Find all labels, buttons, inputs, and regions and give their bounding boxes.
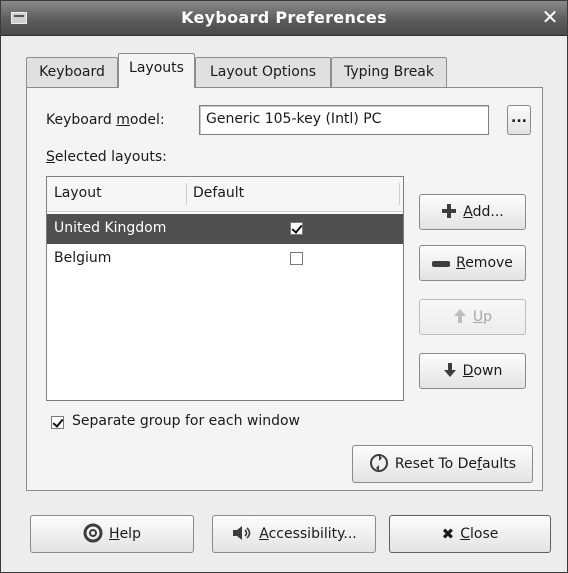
layout-row-name: United Kingdom — [54, 220, 167, 236]
separate-group-checkbox[interactable] — [51, 416, 64, 429]
tab-layout-options-label: Layout Options — [209, 64, 317, 80]
tab-typing-break[interactable]: Typing Break — [331, 57, 447, 87]
close-icon: ✖ — [441, 524, 455, 543]
plus-icon — [441, 203, 457, 222]
reset-to-defaults-button[interactable]: Reset To Defaults — [352, 445, 533, 483]
tab-typing-break-label: Typing Break — [344, 64, 434, 80]
keyboard-model-label-pre: Keyboard — [46, 112, 117, 128]
close-button[interactable]: ✖ Close — [389, 515, 551, 553]
selected-layouts-label-post: elected layouts: — [54, 149, 167, 165]
tab-keyboard-label: Keyboard — [39, 64, 105, 80]
tab-layouts-label: Layouts — [129, 60, 184, 76]
down-arrow-icon — [443, 362, 457, 381]
selected-layouts-label-mnemonic: S — [46, 149, 55, 165]
remove-button[interactable]: Remove — [419, 245, 526, 281]
keyboard-model-field[interactable]: Generic 105-key (Intl) PC — [199, 105, 489, 135]
add-button[interactable]: Add... — [419, 194, 526, 230]
reset-icon — [369, 453, 389, 476]
layout-row-united-kingdom[interactable]: United Kingdom — [47, 214, 403, 244]
keyboard-model-more-button[interactable]: ... — [507, 105, 531, 135]
column-separator — [186, 183, 187, 205]
up-button-label: Up — [472, 309, 493, 325]
column-separator — [399, 183, 400, 205]
remove-button-label: Remove — [456, 255, 513, 271]
column-header-layout[interactable]: Layout — [54, 185, 102, 201]
tab-layout-options[interactable]: Layout Options — [195, 57, 331, 87]
help-button-label: Help — [109, 526, 141, 542]
add-button-label: Add... — [463, 204, 504, 220]
layouts-list-header: Layout Default — [47, 177, 403, 212]
layouts-list[interactable]: Layout Default United Kingdom Belgium — [46, 176, 404, 401]
down-button[interactable]: Down — [419, 353, 526, 389]
keyboard-model-label: Keyboard model: — [46, 112, 165, 128]
window-title: Keyboard Preferences — [181, 8, 387, 27]
up-button[interactable]: Up — [419, 299, 526, 335]
layout-row-belgium[interactable]: Belgium — [47, 244, 403, 274]
title-bar[interactable]: Keyboard Preferences ✕ — [1, 1, 567, 36]
accessibility-button-label: Accessibility... — [259, 526, 357, 542]
help-button[interactable]: Help — [30, 515, 194, 553]
tab-keyboard[interactable]: Keyboard — [26, 57, 118, 87]
default-checkbox-belgium[interactable] — [290, 252, 303, 265]
keyboard-preferences-window: Keyboard Preferences ✕ Keyboard Layouts … — [0, 0, 568, 573]
keyboard-model-label-post: odel: — [129, 112, 165, 128]
separate-group-label: Separate group for each window — [72, 413, 301, 429]
default-checkbox-united-kingdom[interactable] — [290, 222, 303, 235]
column-header-default[interactable]: Default — [193, 185, 244, 201]
minus-icon — [432, 256, 451, 271]
tab-layouts[interactable]: Layouts — [118, 53, 195, 88]
down-button-label: Down — [462, 363, 503, 379]
close-button-label: Close — [460, 526, 499, 542]
accessibility-icon — [231, 525, 253, 544]
keyboard-model-label-mnemonic: m — [116, 112, 130, 128]
layout-row-name: Belgium — [54, 250, 112, 266]
help-icon — [83, 523, 103, 546]
accessibility-button[interactable]: Accessibility... — [212, 515, 376, 553]
reset-button-label: Reset To Defaults — [394, 456, 517, 472]
selected-layouts-label: Selected layouts: — [46, 149, 167, 165]
up-arrow-icon — [453, 308, 467, 327]
window-close-icon[interactable]: ✕ — [539, 5, 561, 29]
